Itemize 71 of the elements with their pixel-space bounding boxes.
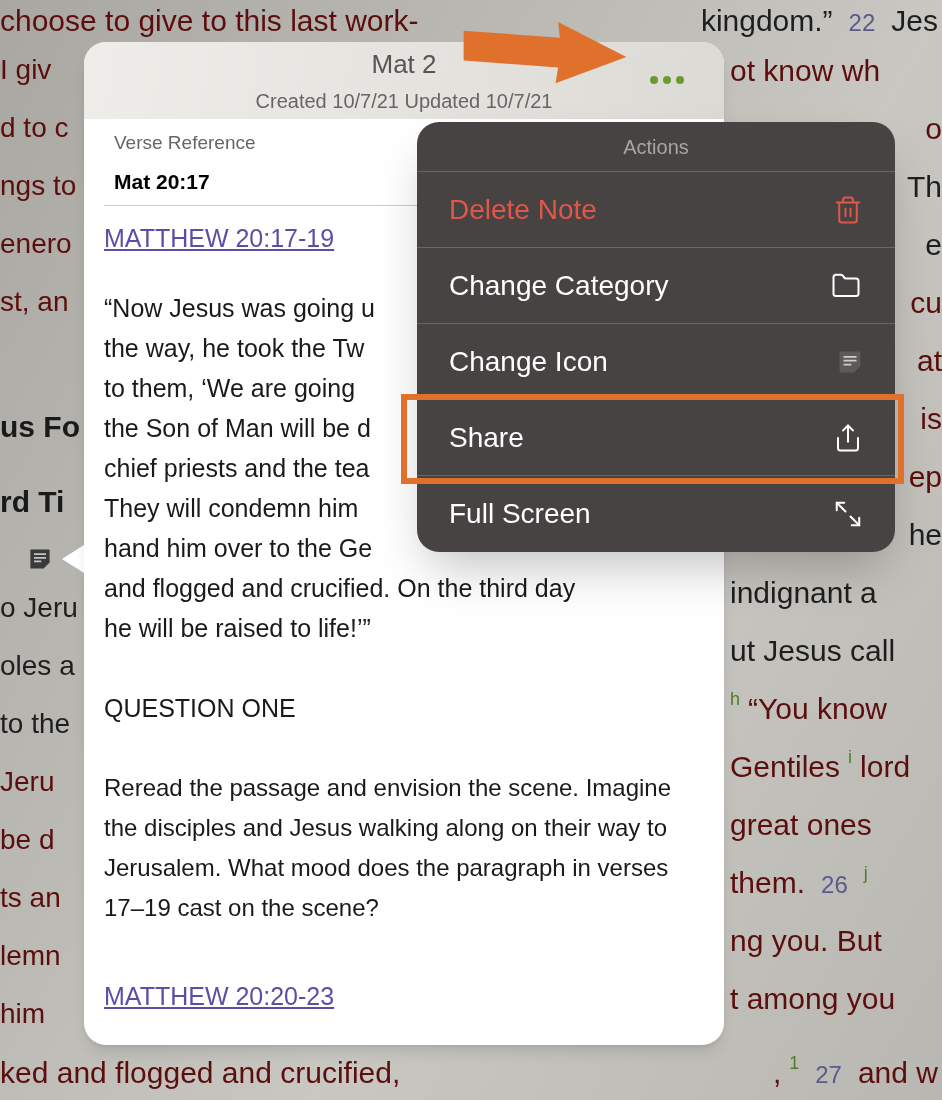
scripture-text: lemn (0, 939, 61, 973)
scripture-text: e (925, 226, 942, 263)
menu-item[interactable]: Full Screen (417, 476, 895, 552)
scripture-text: ngs to (0, 169, 77, 203)
note-text-line: the Son of Man will be d (104, 412, 371, 444)
scripture-text: ked and flogged and crucified, (0, 1055, 401, 1091)
scripture-text: to the (0, 707, 71, 741)
verse-number: 26 (821, 869, 848, 900)
scripture-text: be d (0, 823, 55, 857)
scripture-text: Jes (891, 3, 938, 39)
scripture-text: choose to give to this last work- (0, 3, 419, 39)
scripture-text: oles a (0, 649, 75, 683)
verse-number: 22 (848, 8, 876, 38)
scripture-text: enero (0, 227, 72, 261)
passage-link[interactable]: MATTHEW 20:20-23 (104, 977, 335, 1015)
scripture-text: o Jeru (0, 591, 78, 625)
scripture-text: and w (857, 1055, 938, 1091)
scripture-text: kingdom.” (700, 3, 833, 39)
scripture-text: is (920, 400, 942, 437)
heading-text: us Fo (0, 409, 80, 445)
scripture-text: ot know wh (730, 52, 881, 89)
question-text: Reread the passage and envision the scene. Imagine the disciples and Jesus walking along on their way to Jerusalem. What mood does the paragraph in verses 17–19 cast on the scene? (104, 772, 673, 923)
passage-link[interactable]: MATTHEW 20:17-19 (104, 220, 335, 258)
footnote-letter: h (730, 687, 740, 711)
menu-item[interactable]: Change Icon (417, 324, 895, 400)
dots-icon (650, 76, 684, 84)
footnote-letter: i (848, 745, 853, 769)
scripture-text: great ones (730, 806, 872, 843)
scripture-text: indignant a (730, 574, 877, 611)
note-text-line: and flogged and crucified. On the third day (104, 572, 576, 604)
footnote-letter: 1 (789, 1052, 800, 1075)
scripture-text: st, an (0, 285, 69, 319)
note-text-line: They will condemn him (104, 492, 359, 524)
scripture-text: d to c (0, 111, 69, 145)
scripture-text: he (908, 516, 942, 553)
note-icon (28, 547, 52, 571)
scripture-text: Jeru (0, 765, 55, 799)
menu-item[interactable]: Share (417, 400, 895, 476)
scripture-text: ep (908, 458, 942, 495)
scripture-text: him (0, 997, 46, 1031)
note-text-line: chief priests and the tea (104, 452, 370, 484)
note-title: Mat 2 (371, 48, 437, 81)
verse-number: 27 (815, 1060, 842, 1090)
scripture-text: “You know (748, 690, 887, 727)
expand-icon (833, 499, 863, 529)
scripture-text: t among you (730, 980, 896, 1017)
scripture-text: cu (910, 284, 942, 321)
scripture-text: ts an (0, 881, 61, 915)
scripture-text: o (925, 110, 942, 147)
scripture-text: them. (730, 864, 806, 901)
scripture-text: , (772, 1055, 782, 1091)
field-label: Verse Reference (113, 131, 257, 155)
scripture-text: lord (860, 748, 911, 785)
menu-item[interactable]: Change Category (417, 248, 895, 324)
heading-text: rd Ti (0, 484, 65, 520)
menu-title: Actions (623, 134, 689, 160)
scripture-text: ut Jesus call (730, 632, 896, 669)
trash-icon (833, 194, 863, 225)
note-text-line: he will be raised to life!’” (104, 612, 371, 644)
scripture-text: ng you. But (730, 922, 882, 959)
note-text-line: to them, ‘We are going (104, 372, 356, 404)
note-text-line: “Now Jesus was going u (104, 292, 375, 324)
question-heading: QUESTION ONE (104, 692, 297, 724)
note-dates: Created 10/7/21 Updated 10/7/21 (255, 89, 553, 114)
scripture-text: Gentiles (730, 748, 841, 785)
note-text-line: the way, he took the Tw (104, 332, 365, 364)
footnote-letter: j (863, 861, 868, 885)
scripture-text: Th (907, 168, 942, 205)
note-text-line: hand him over to the Ge (104, 532, 373, 564)
scripture-text: I giv (0, 53, 52, 87)
scripture-text: at (916, 342, 942, 379)
